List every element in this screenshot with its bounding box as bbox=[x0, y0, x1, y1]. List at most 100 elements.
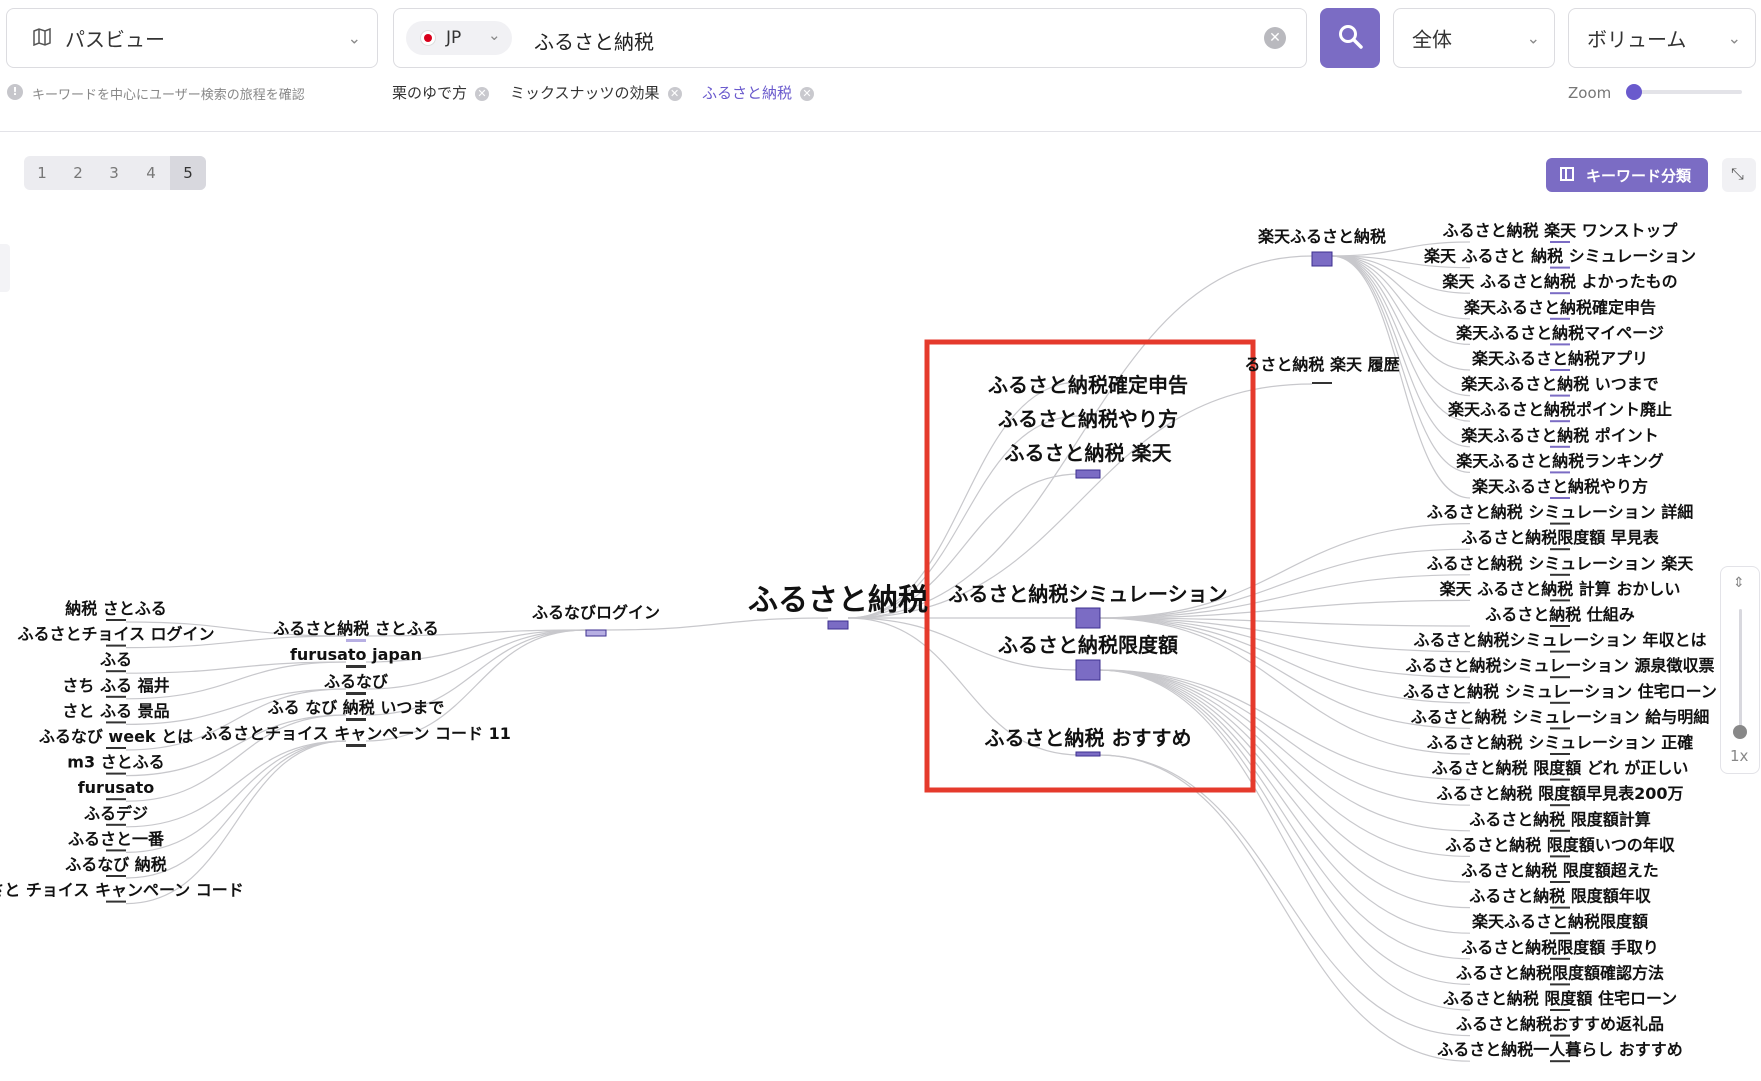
node-marker[interactable] bbox=[1550, 445, 1570, 448]
node-label[interactable]: ふるさと納税 シミュレーション 給与明細 bbox=[1411, 707, 1710, 726]
node-label[interactable]: さと ふる 景品 bbox=[62, 701, 169, 720]
node-label[interactable]: ふるさと納税 シミュレーション 楽天 bbox=[1427, 554, 1695, 573]
node-marker[interactable] bbox=[585, 629, 607, 637]
node-label[interactable]: furusato japan bbox=[290, 645, 422, 664]
node-label[interactable]: 楽天 ふるさと納税 よかったもの bbox=[1441, 272, 1677, 291]
zoom-track[interactable] bbox=[1739, 609, 1742, 729]
node-label[interactable]: ふるさと納税 限度額 どれ が正しい bbox=[1432, 759, 1689, 778]
center-node-marker[interactable] bbox=[827, 620, 849, 630]
node-marker[interactable] bbox=[106, 900, 126, 903]
node-marker[interactable] bbox=[1075, 469, 1101, 479]
node-label[interactable]: さち ふる 福井 bbox=[62, 676, 169, 695]
node-marker[interactable] bbox=[1550, 343, 1570, 346]
node-marker[interactable] bbox=[106, 798, 126, 801]
node-marker[interactable] bbox=[1550, 753, 1570, 755]
node-marker[interactable] bbox=[346, 665, 366, 668]
node-marker[interactable] bbox=[106, 875, 126, 877]
node-marker[interactable] bbox=[106, 721, 126, 724]
node-marker[interactable] bbox=[1550, 881, 1570, 883]
node-label[interactable]: るさと納税 楽天 履歴 bbox=[1244, 355, 1399, 374]
page-button-4[interactable]: 4 bbox=[133, 156, 169, 190]
node-label[interactable]: ふるさと納税限度額 早見表 bbox=[1461, 528, 1660, 547]
node-marker[interactable] bbox=[1311, 251, 1333, 267]
node-label[interactable]: 楽天ふるさと納税ポイント廃止 bbox=[1447, 400, 1672, 419]
node-label[interactable]: ふるさと納税おすすめ返礼品 bbox=[1456, 1015, 1664, 1034]
node-marker[interactable] bbox=[1550, 497, 1570, 499]
node-marker[interactable] bbox=[1550, 394, 1570, 397]
node-marker[interactable] bbox=[1550, 957, 1570, 960]
node-label[interactable]: ふるさと納税 仕組み bbox=[1485, 605, 1635, 624]
node-label[interactable]: 楽天 ふるさと納税 計算 おかしい bbox=[1439, 579, 1681, 598]
highlighted-node-label[interactable]: ふるさと納税限度額 bbox=[998, 633, 1178, 657]
node-label[interactable]: ふるなびログイン bbox=[532, 603, 660, 622]
node-label[interactable]: m3 さとふる bbox=[67, 753, 164, 772]
node-marker[interactable] bbox=[1550, 599, 1570, 602]
node-marker[interactable] bbox=[106, 619, 126, 621]
node-label[interactable]: ふるさとチョイス ログイン bbox=[17, 625, 214, 644]
node-marker[interactable] bbox=[106, 644, 126, 647]
highlighted-node-label[interactable]: ふるさと納税 おすすめ bbox=[985, 726, 1192, 750]
keyword-classify-button[interactable]: キーワード分類 bbox=[1546, 158, 1708, 192]
node-marker[interactable] bbox=[106, 823, 126, 826]
node-marker[interactable] bbox=[1550, 292, 1570, 295]
node-marker[interactable] bbox=[1550, 471, 1570, 474]
node-label[interactable]: ふるさと納税限度額確認方法 bbox=[1456, 963, 1664, 982]
node-label[interactable]: 楽天ふるさと納税アプリ bbox=[1471, 349, 1648, 368]
node-label[interactable]: ふるさと納税 限度額 住宅ローン bbox=[1443, 989, 1677, 1008]
node-label[interactable]: さと チョイス キャンペーン コード bbox=[0, 881, 244, 900]
node-marker[interactable] bbox=[1550, 420, 1570, 423]
node-label[interactable]: ふるさと納税 限度額いつの年収 bbox=[1445, 835, 1676, 854]
node-label[interactable]: ふるさと納税 限度額年収 bbox=[1469, 887, 1652, 906]
node-marker[interactable] bbox=[1550, 778, 1570, 781]
collapse-button[interactable]: ⤡ bbox=[1722, 158, 1756, 192]
page-button-1[interactable]: 1 bbox=[24, 156, 60, 190]
node-label[interactable]: furusato bbox=[78, 778, 155, 797]
node-label[interactable]: ふるさと納税 シミュレーション 住宅ローン bbox=[1403, 682, 1717, 701]
node-marker[interactable] bbox=[1550, 932, 1570, 935]
node-marker[interactable] bbox=[1550, 548, 1570, 551]
node-label[interactable]: ふるさと納税 シミュレーション 詳細 bbox=[1427, 503, 1694, 522]
node-marker[interactable] bbox=[1550, 522, 1570, 525]
zoom-thumb[interactable] bbox=[1733, 725, 1747, 739]
node-marker[interactable] bbox=[1550, 573, 1570, 576]
node-label[interactable]: ふるさと一番 bbox=[68, 829, 165, 848]
highlighted-node-label[interactable]: ふるさと納税確定申告 bbox=[988, 373, 1188, 397]
node-label[interactable]: 楽天ふるさと納税やり方 bbox=[1471, 477, 1648, 496]
node-label[interactable]: ふるさと納税 シミュレーション 正確 bbox=[1427, 733, 1694, 752]
node-label[interactable]: ふる bbox=[100, 650, 132, 669]
node-marker[interactable] bbox=[1550, 727, 1570, 730]
node-marker[interactable] bbox=[106, 695, 126, 698]
node-marker[interactable] bbox=[346, 744, 366, 747]
node-marker[interactable] bbox=[1550, 1060, 1570, 1063]
node-marker[interactable] bbox=[106, 849, 126, 852]
node-marker[interactable] bbox=[1550, 241, 1570, 243]
node-label[interactable]: ふるさと納税 限度額計算 bbox=[1469, 810, 1651, 829]
node-label[interactable]: ふるさと納税 さとふる bbox=[273, 619, 439, 638]
node-label[interactable]: ふるなび bbox=[324, 672, 389, 691]
node-marker[interactable] bbox=[1550, 804, 1570, 807]
node-marker[interactable] bbox=[1550, 855, 1570, 858]
node-label[interactable]: 楽天ふるさと納税ランキング bbox=[1455, 451, 1664, 470]
node-marker[interactable] bbox=[1075, 751, 1101, 757]
node-label[interactable]: ふるデジ bbox=[84, 804, 148, 823]
node-marker[interactable] bbox=[1550, 266, 1570, 269]
node-marker[interactable] bbox=[1550, 829, 1570, 832]
highlighted-node-label[interactable]: ふるさと納税 楽天 bbox=[1005, 441, 1173, 465]
node-label[interactable]: ふるさと納税限度額 手取り bbox=[1461, 938, 1659, 957]
node-label[interactable]: 楽天 ふるさと 納税 シミュレーション bbox=[1423, 247, 1696, 266]
highlighted-node-label[interactable]: ふるさと納税シミュレーション bbox=[948, 582, 1227, 606]
node-marker[interactable] bbox=[346, 692, 366, 695]
node-marker[interactable] bbox=[1312, 382, 1332, 384]
center-node-label[interactable]: ふるさと納税 bbox=[748, 583, 928, 618]
node-label[interactable]: ふるさと納税 限度額早見表200万 bbox=[1437, 784, 1684, 803]
node-label[interactable]: 楽天ふるさと納税確定申告 bbox=[1463, 298, 1656, 317]
page-button-5[interactable]: 5 bbox=[170, 156, 206, 190]
node-label[interactable]: ふるさと納税 限度額超えた bbox=[1461, 861, 1659, 880]
page-button-3[interactable]: 3 bbox=[96, 156, 132, 190]
node-marker[interactable] bbox=[1550, 906, 1570, 909]
node-marker[interactable] bbox=[1550, 317, 1570, 320]
node-label[interactable]: ふるさと納税 楽天 ワンストップ bbox=[1443, 221, 1679, 240]
node-marker[interactable] bbox=[1550, 625, 1570, 627]
node-marker[interactable] bbox=[1075, 659, 1101, 681]
path-graph[interactable]: ふるさと納税ふるなびログインふるさと納税 さとふる furusato japan ふ… bbox=[0, 0, 1761, 1081]
